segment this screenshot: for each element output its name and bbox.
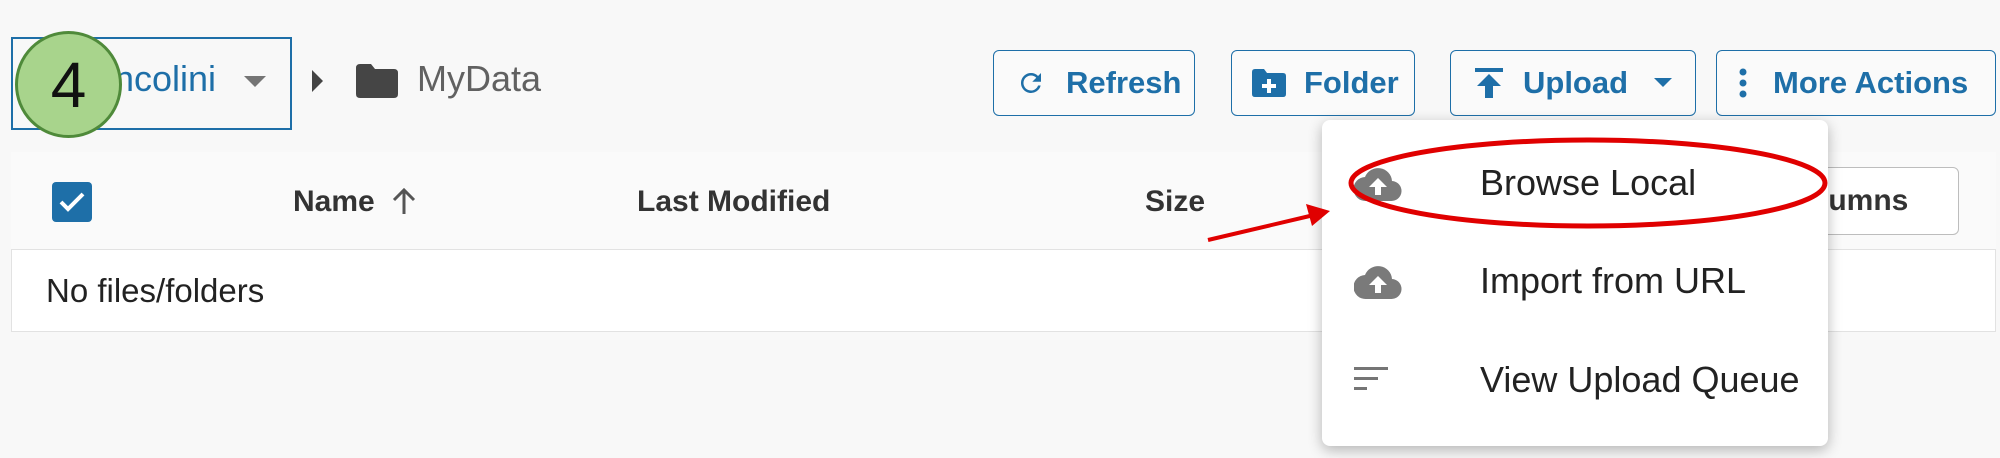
new-folder-button[interactable]: Folder: [1231, 50, 1415, 116]
sort-ascending-icon[interactable]: [390, 186, 418, 216]
empty-state-message: No files/folders: [46, 272, 265, 309]
menu-item-view-upload-queue[interactable]: View Upload Queue: [1480, 359, 1800, 401]
folder-plus-icon: [1252, 69, 1286, 97]
more-actions-label: More Actions: [1773, 65, 1969, 100]
folder-icon: [356, 64, 398, 98]
cloud-upload-icon: [1354, 266, 1402, 300]
column-header-name[interactable]: Name: [293, 185, 375, 219]
chevron-down-icon: [1654, 78, 1673, 87]
upload-button[interactable]: Upload: [1450, 50, 1696, 116]
refresh-label: Refresh: [1066, 65, 1182, 100]
upload-icon: [1475, 68, 1503, 98]
menu-item-import-from-url[interactable]: Import from URL: [1480, 260, 1746, 302]
breadcrumb-folder[interactable]: MyData: [417, 58, 541, 100]
upload-label: Upload: [1523, 65, 1629, 100]
more-actions-button[interactable]: More Actions: [1716, 50, 1996, 116]
refresh-button[interactable]: Refresh: [993, 50, 1195, 116]
select-all-checkbox[interactable]: [52, 182, 92, 222]
refresh-icon: [1020, 72, 1041, 93]
chevron-down-icon[interactable]: [244, 76, 266, 88]
check-icon: [59, 192, 85, 212]
step-number-badge: 4: [15, 31, 122, 138]
column-header-last-modified[interactable]: Last Modified: [637, 185, 830, 219]
menu-item-browse-local[interactable]: Browse Local: [1480, 162, 1696, 204]
user-name: ncolini: [114, 58, 217, 99]
chevron-right-icon: [312, 70, 323, 92]
folder-label: Folder: [1304, 65, 1399, 100]
column-header-size[interactable]: Size: [1145, 185, 1205, 219]
more-vertical-icon: [1739, 68, 1747, 98]
queue-list-icon: [1354, 367, 1388, 390]
cloud-upload-icon: [1354, 168, 1402, 202]
